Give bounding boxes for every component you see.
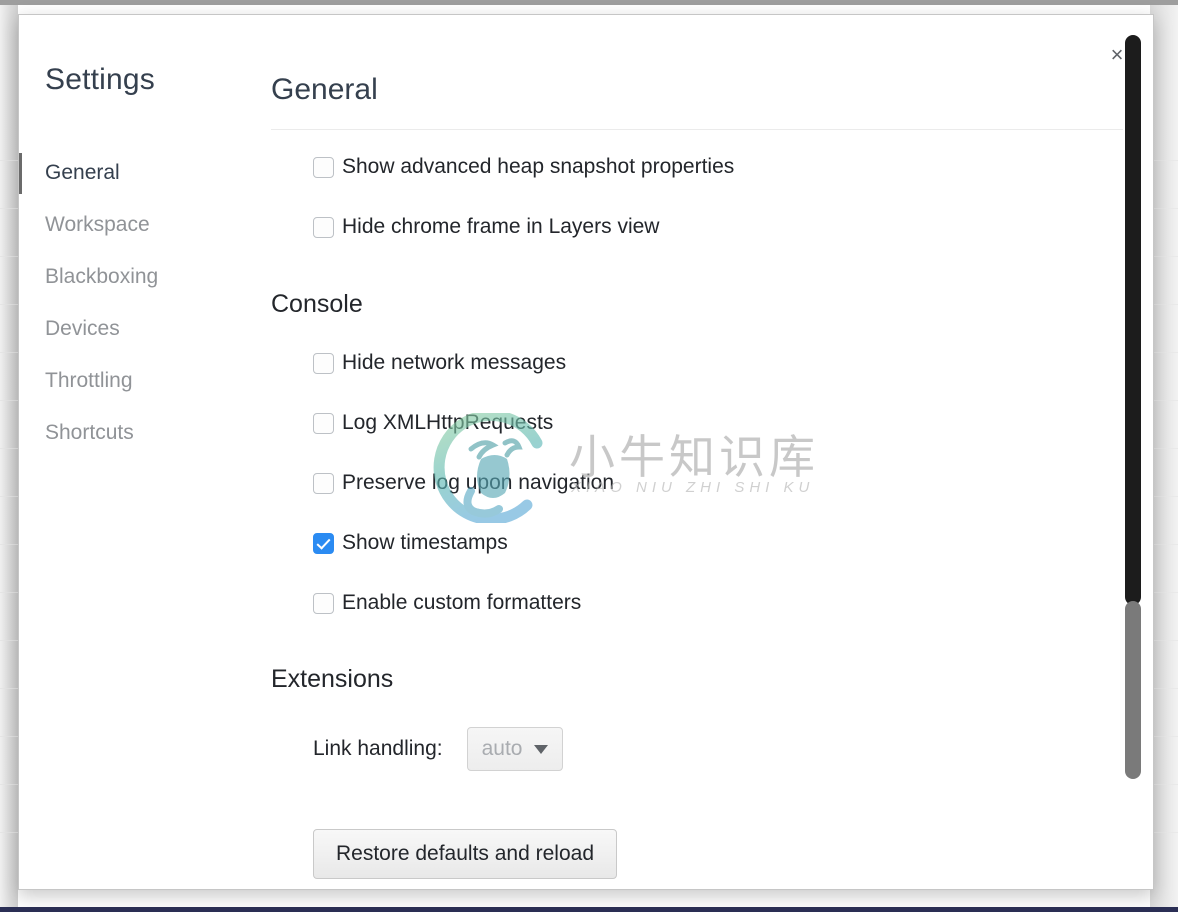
sidebar-item-label: Blackboxing	[45, 265, 158, 289]
checkbox-row[interactable]: Show timestamps	[313, 531, 508, 555]
page-title: General	[271, 73, 378, 107]
background-top-strip	[0, 0, 1178, 5]
sidebar-item-label: Devices	[45, 317, 120, 341]
scrollbar-thumb-upper[interactable]	[1125, 35, 1141, 605]
link-handling-select[interactable]: auto	[467, 727, 564, 771]
background-right-gutter	[1150, 5, 1178, 912]
checkbox-row[interactable]: Preserve log upon navigation	[313, 471, 614, 495]
sidebar-item-label: Throttling	[45, 369, 133, 393]
checkbox-unchecked-icon[interactable]	[313, 473, 334, 494]
settings-sidebar: Settings General Workspace Blackboxing Devi…	[19, 15, 251, 889]
checkbox-label: Show advanced heap snapshot properties	[342, 155, 734, 179]
checkbox-unchecked-icon[interactable]	[313, 413, 334, 434]
sidebar-item-workspace[interactable]: Workspace	[19, 199, 251, 251]
checkbox-label: Preserve log upon navigation	[342, 471, 614, 495]
checkbox-unchecked-icon[interactable]	[313, 353, 334, 374]
background-left-gutter	[0, 5, 18, 912]
sidebar-item-label: General	[45, 161, 120, 185]
sidebar-item-general[interactable]: General	[19, 147, 251, 199]
chevron-down-icon	[534, 745, 548, 754]
sidebar-item-shortcuts[interactable]: Shortcuts	[19, 407, 251, 459]
sidebar-item-devices[interactable]: Devices	[19, 303, 251, 355]
checkbox-unchecked-icon[interactable]	[313, 217, 334, 238]
link-handling-label: Link handling:	[313, 737, 443, 761]
settings-scroll-region: Show advanced heap snapshot properties Hi…	[251, 135, 1153, 889]
sidebar-nav-list: General Workspace Blackboxing Devices Thrott…	[19, 147, 251, 459]
checkbox-row[interactable]: Hide chrome frame in Layers view	[313, 215, 659, 239]
checkbox-unchecked-icon[interactable]	[313, 593, 334, 614]
sidebar-item-blackboxing[interactable]: Blackboxing	[19, 251, 251, 303]
checkbox-checked-icon[interactable]	[313, 533, 334, 554]
checkbox-label: Hide chrome frame in Layers view	[342, 215, 659, 239]
settings-dialog: × Settings General Workspace Blackboxing De…	[18, 14, 1154, 890]
restore-defaults-button[interactable]: Restore defaults and reload	[313, 829, 617, 879]
title-divider	[271, 129, 1123, 130]
checkbox-label: Show timestamps	[342, 531, 508, 555]
link-handling-value: auto	[482, 737, 523, 761]
extensions-section-heading: Extensions	[271, 665, 393, 694]
settings-content-pane: General Show advanced heap snapshot prop…	[251, 15, 1153, 889]
background-bottom-bar	[0, 907, 1178, 912]
scrollbar-thumb-lower[interactable]	[1125, 601, 1141, 779]
link-handling-row: Link handling: auto	[313, 727, 563, 771]
checkbox-row[interactable]: Enable custom formatters	[313, 591, 581, 615]
sidebar-item-throttling[interactable]: Throttling	[19, 355, 251, 407]
checkbox-label: Enable custom formatters	[342, 591, 581, 615]
content-scrollbar[interactable]	[1125, 35, 1141, 877]
checkbox-unchecked-icon[interactable]	[313, 157, 334, 178]
checkbox-row[interactable]: Show advanced heap snapshot properties	[313, 155, 734, 179]
checkbox-label: Hide network messages	[342, 351, 566, 375]
close-icon[interactable]: ×	[1099, 37, 1135, 73]
sidebar-item-label: Workspace	[45, 213, 150, 237]
checkbox-row[interactable]: Log XMLHttpRequests	[313, 411, 553, 435]
settings-title: Settings	[45, 63, 155, 97]
checkbox-label: Log XMLHttpRequests	[342, 411, 553, 435]
checkbox-row[interactable]: Hide network messages	[313, 351, 566, 375]
console-section-heading: Console	[271, 290, 363, 319]
sidebar-item-label: Shortcuts	[45, 421, 134, 445]
